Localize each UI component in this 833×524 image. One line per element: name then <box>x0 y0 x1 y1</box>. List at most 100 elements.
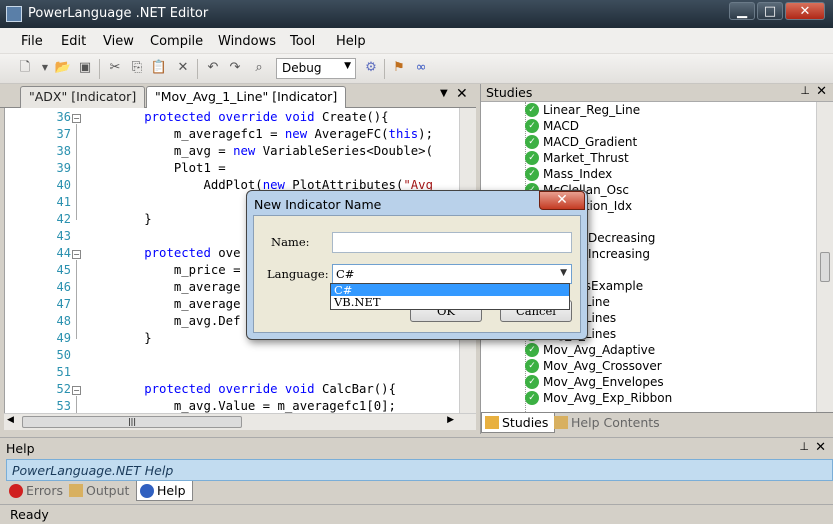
study-item[interactable]: ✓ Market_Thrust <box>525 150 629 166</box>
study-item[interactable]: ✓ Mov_Avg_Envelopes <box>525 374 664 390</box>
line-number: 43 <box>56 229 71 243</box>
code-line: protected ove <box>144 246 241 260</box>
study-item[interactable]: ✓ MACD_Gradient <box>525 134 637 150</box>
close-button[interactable]: ✕ <box>785 2 825 20</box>
properties-icon[interactable]: ⚑ <box>390 59 408 77</box>
study-label: Mov_Avg_Adaptive <box>543 343 656 357</box>
open-folder-icon[interactable]: 📂 <box>54 59 72 77</box>
scroll-thumb[interactable]: ||| <box>22 416 242 428</box>
check-icon: ✓ <box>525 343 539 357</box>
tab-label: Errors <box>26 483 63 498</box>
dialog-title: New Indicator Name <box>254 197 382 212</box>
help-contents-icon <box>554 416 568 429</box>
find-icon[interactable]: ⌕ <box>250 59 268 77</box>
line-number: 45 <box>56 263 71 277</box>
check-icon: ✓ <box>525 119 539 133</box>
studies-title: Studies <box>486 85 533 100</box>
scroll-left-icon[interactable]: ◀ <box>7 415 14 425</box>
line-number: 36 <box>56 110 71 124</box>
new-file-icon[interactable]: 🗋 <box>16 59 34 77</box>
code-line: m_average <box>85 297 241 311</box>
line-number: 37 <box>56 127 71 141</box>
line-number: 52 <box>56 382 71 396</box>
paste-icon[interactable]: 📋 <box>150 59 168 77</box>
line-number: 51 <box>56 365 71 379</box>
line-number: 44 <box>56 246 71 260</box>
save-icon[interactable]: ▣ <box>76 59 94 77</box>
tab-label: Help Contents <box>571 415 660 430</box>
tab-studies[interactable]: Studies <box>481 413 556 433</box>
collapse-icon[interactable]: − <box>72 250 81 259</box>
study-label: Linear_Reg_Line <box>543 103 641 117</box>
code-line: protected override void Create(){ <box>144 110 389 124</box>
dialog-close-button[interactable]: ✕ <box>539 191 585 210</box>
redo-icon[interactable]: ↷ <box>226 59 244 77</box>
language-select[interactable]: C# ▼ <box>332 264 572 284</box>
studies-scrollbar[interactable] <box>816 102 833 412</box>
study-label: Mov_Avg_Crossover <box>543 359 662 373</box>
pin-icon[interactable]: ⊥ <box>799 440 809 453</box>
check-icon: ✓ <box>525 375 539 389</box>
maximize-button[interactable]: □ <box>757 2 783 20</box>
close-tab-icon[interactable]: ✕ <box>456 86 468 102</box>
menu-compile[interactable]: Compile <box>150 34 203 49</box>
tab-list-icon[interactable]: ▼ <box>440 88 448 99</box>
copy-icon[interactable]: ⎘ <box>128 59 146 77</box>
study-item[interactable]: ✓ Mov_Avg_Adaptive <box>525 342 656 358</box>
study-label: MACD <box>543 119 579 133</box>
output-tabs: Errors Output Help <box>0 481 833 503</box>
collapse-icon[interactable]: − <box>72 114 81 123</box>
study-item[interactable]: ✓ MACD <box>525 118 579 134</box>
check-icon: ✓ <box>525 391 539 405</box>
tab-mov-avg-1-line[interactable]: "Mov_Avg_1_Line" [Indicator] <box>146 86 347 109</box>
study-item[interactable]: ✓ Mov_Avg_Exp_Ribbon <box>525 390 673 406</box>
link-icon[interactable]: ∞ <box>412 59 430 77</box>
menu-edit[interactable]: Edit <box>61 34 86 49</box>
new-dropdown-icon[interactable]: ▼ <box>36 59 54 77</box>
tab-label: Output <box>86 483 130 498</box>
cut-icon[interactable]: ✂ <box>106 59 124 77</box>
configuration-select[interactable]: Debug ▼ <box>276 58 356 79</box>
collapse-icon[interactable]: − <box>72 386 81 395</box>
close-panel-icon[interactable]: ✕ <box>816 84 827 99</box>
minimize-button[interactable]: ▁ <box>729 2 755 20</box>
menu-windows[interactable]: Windows <box>218 34 276 49</box>
menu-tool[interactable]: Tool <box>290 34 315 49</box>
new-indicator-dialog: New Indicator Name ✕ Name: Language: C# … <box>246 190 588 340</box>
tab-adx[interactable]: "ADX" [Indicator] <box>20 86 146 108</box>
undo-icon[interactable]: ↶ <box>204 59 222 77</box>
output-icon <box>69 484 83 497</box>
scroll-right-icon[interactable]: ▶ <box>447 415 454 425</box>
delete-icon[interactable]: ✕ <box>174 59 192 77</box>
document-tabs: "ADX" [Indicator] "Mov_Avg_1_Line" [Indi… <box>0 84 476 109</box>
app-icon <box>6 6 22 22</box>
study-item[interactable]: ✓ Mov_Avg_Crossover <box>525 358 662 374</box>
study-item[interactable]: ✓ Linear_Reg_Line <box>525 102 641 118</box>
study-item[interactable]: ✓ Mass_Index <box>525 166 613 182</box>
menu-view[interactable]: View <box>103 34 134 49</box>
language-option-vbnet[interactable]: VB.NET <box>331 296 569 308</box>
editor-horizontal-scrollbar[interactable]: ◀ ||| ▶ <box>4 413 476 430</box>
tab-errors[interactable]: Errors <box>6 481 69 501</box>
help-link[interactable]: PowerLanguage.NET Help <box>6 459 833 481</box>
line-number: 47 <box>56 297 71 311</box>
tab-output[interactable]: Output <box>66 481 135 501</box>
tab-help[interactable]: Help <box>136 481 193 501</box>
check-icon: ✓ <box>525 151 539 165</box>
line-number: 46 <box>56 280 71 294</box>
error-icon <box>9 484 23 498</box>
study-label: Mov_Avg_Envelopes <box>543 375 664 389</box>
studies-icon <box>485 416 499 429</box>
pin-icon[interactable]: ⊥ <box>800 84 810 97</box>
compile-icon[interactable]: ⚙ <box>362 59 380 77</box>
tab-help-contents[interactable]: Help Contents <box>551 413 666 433</box>
study-label: Mov_Avg_Exp_Ribbon <box>543 391 673 405</box>
study-label: Mass_Index <box>543 167 613 181</box>
scroll-thumb[interactable] <box>820 252 830 282</box>
close-panel-icon[interactable]: ✕ <box>815 440 826 455</box>
name-input[interactable] <box>332 232 572 253</box>
menu-file[interactable]: File <box>21 34 43 49</box>
code-line: } <box>85 331 152 345</box>
code-line: m_averagefc1 = new AverageFC(this); <box>85 127 433 141</box>
menu-help[interactable]: Help <box>336 34 366 49</box>
